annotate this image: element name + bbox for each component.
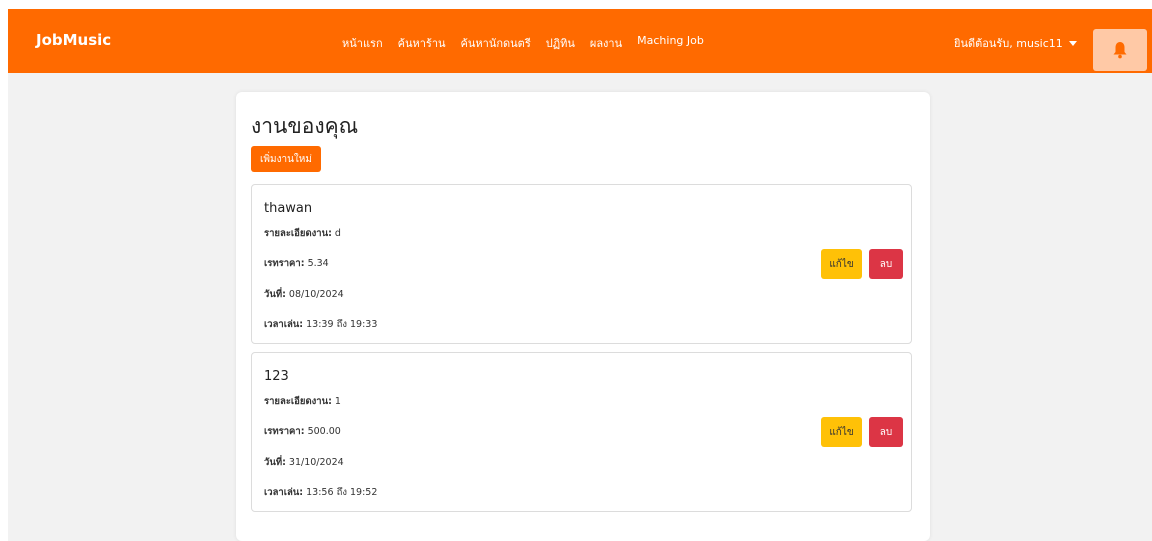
job-time: เวลาเล่น: 13:56 ถึง 19:52 xyxy=(264,485,377,500)
job-title: thawan xyxy=(264,201,313,216)
brand-logo[interactable]: JobMusic xyxy=(36,31,111,49)
job-date-value: 31/10/2024 xyxy=(288,457,344,468)
nav-links: หน้าแรก ค้นหาร้าน ค้นหานักดนตรี ปฏิทิน ผ… xyxy=(342,34,704,52)
job-time-label: เวลาเล่น: xyxy=(264,487,304,498)
job-rate-label: เรทราคา: xyxy=(264,258,305,269)
job-time-end: 19:52 xyxy=(349,487,378,498)
job-title: 123 xyxy=(264,369,289,384)
user-greeting: ยินดีต้อนรับ, music11 xyxy=(954,37,1063,50)
bell-icon xyxy=(1113,42,1127,59)
delete-button[interactable]: ลบ xyxy=(869,249,903,279)
job-detail: รายละเอียดงาน: 1 xyxy=(264,394,341,409)
edit-button[interactable]: แก้ไข xyxy=(821,417,862,447)
user-menu-dropdown[interactable]: ยินดีต้อนรับ, music11 xyxy=(954,34,1077,52)
jobs-card: งานของคุณ เพิ่มงานใหม่ thawan รายละเอียด… xyxy=(236,92,930,541)
delete-button[interactable]: ลบ xyxy=(869,417,903,447)
nav-link-find-shop[interactable]: ค้นหาร้าน xyxy=(398,34,446,52)
edit-button[interactable]: แก้ไข xyxy=(821,249,862,279)
navbar: JobMusic หน้าแรก ค้นหาร้าน ค้นหานักดนตรี… xyxy=(8,9,1152,73)
job-detail-value: 1 xyxy=(334,396,341,407)
job-time-start: 13:56 xyxy=(306,487,334,498)
job-rate-value: 500.00 xyxy=(307,426,341,437)
job-time-separator: ถึง xyxy=(336,319,347,330)
job-detail-value: d xyxy=(334,228,341,239)
nav-link-portfolio[interactable]: ผลงาน xyxy=(590,34,622,52)
nav-link-calendar[interactable]: ปฏิทิน xyxy=(546,34,575,52)
add-job-button[interactable]: เพิ่มงานใหม่ xyxy=(251,146,321,172)
job-time-start: 13:39 xyxy=(306,319,334,330)
job-time-label: เวลาเล่น: xyxy=(264,319,304,330)
caret-down-icon xyxy=(1068,40,1077,46)
job-rate-value: 5.34 xyxy=(307,258,329,269)
job-rate: เรทราคา: 500.00 xyxy=(264,424,341,439)
nav-link-find-musician[interactable]: ค้นหานักดนตรี xyxy=(461,34,531,52)
nav-link-matching-job[interactable]: Maching Job xyxy=(637,34,704,52)
job-time-separator: ถึง xyxy=(336,487,347,498)
notification-button[interactable] xyxy=(1093,29,1147,71)
job-card: 123 รายละเอียดงาน: 1 เรทราคา: 500.00 วัน… xyxy=(251,352,912,512)
job-date-label: วันที่: xyxy=(264,289,286,300)
job-detail-label: รายละเอียดงาน: xyxy=(264,228,332,239)
job-detail: รายละเอียดงาน: d xyxy=(264,226,341,241)
page-title: งานของคุณ xyxy=(251,114,359,138)
job-rate: เรทราคา: 5.34 xyxy=(264,256,329,271)
job-time: เวลาเล่น: 13:39 ถึง 19:33 xyxy=(264,317,377,332)
job-date-label: วันที่: xyxy=(264,457,286,468)
job-date-value: 08/10/2024 xyxy=(288,289,344,300)
job-card: thawan รายละเอียดงาน: d เรทราคา: 5.34 วั… xyxy=(251,184,912,344)
job-date: วันที่: 31/10/2024 xyxy=(264,455,344,470)
job-detail-label: รายละเอียดงาน: xyxy=(264,396,332,407)
job-rate-label: เรทราคา: xyxy=(264,426,305,437)
job-time-end: 19:33 xyxy=(349,319,378,330)
job-date: วันที่: 08/10/2024 xyxy=(264,287,344,302)
nav-link-home[interactable]: หน้าแรก xyxy=(342,34,383,52)
